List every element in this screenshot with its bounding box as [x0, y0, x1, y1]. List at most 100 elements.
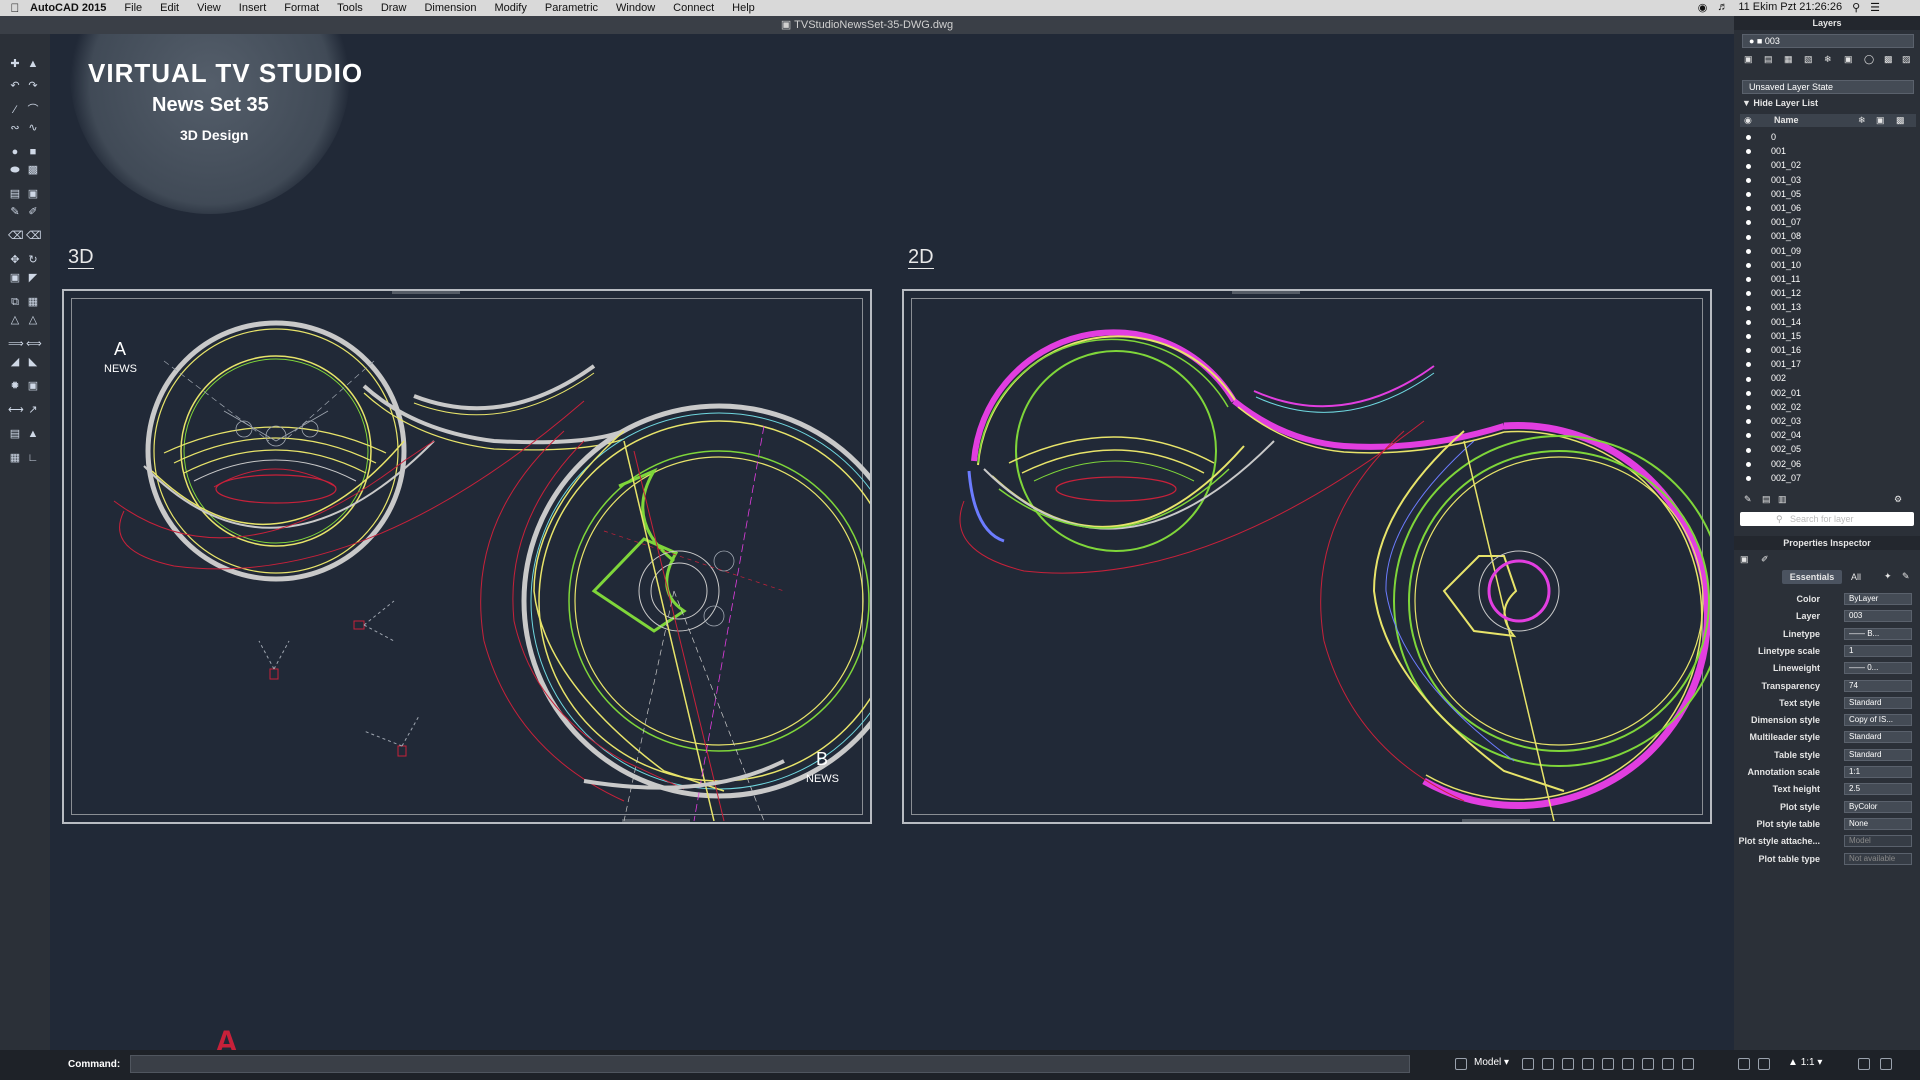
layer-on-icon[interactable]	[1746, 277, 1751, 283]
snap-icon[interactable]	[1522, 1058, 1534, 1070]
freeze-icon[interactable]: ❄	[1824, 54, 1832, 65]
app-name-menu[interactable]: AutoCAD 2015	[30, 2, 106, 14]
layer-states-icon[interactable]: ▤	[1764, 54, 1773, 65]
layer-on-icon[interactable]	[1746, 348, 1751, 354]
model-tab[interactable]: Model ▾	[1474, 1057, 1509, 1068]
menu-window[interactable]: Window	[616, 2, 655, 14]
new-filter-icon[interactable]: ▥	[1778, 494, 1787, 505]
circle-icon[interactable]: ●	[8, 146, 22, 158]
layer-on-icon[interactable]	[1746, 305, 1751, 311]
match-properties-icon[interactable]: ✐	[26, 206, 40, 218]
current-layer-dropdown[interactable]: ● ■ 003	[1742, 34, 1914, 48]
layer-on-icon[interactable]	[1746, 362, 1751, 368]
offset-icon[interactable]: △	[26, 314, 40, 326]
mirror-icon[interactable]: △	[8, 314, 22, 326]
eraser-icon[interactable]: ⌫	[26, 230, 42, 242]
layer-item[interactable]: 002_03	[1740, 414, 1801, 428]
select-icon[interactable]: ✚	[8, 58, 22, 70]
command-input[interactable]	[130, 1055, 1410, 1073]
ortho-icon[interactable]	[1562, 1058, 1574, 1070]
property-value[interactable]: 1:1	[1844, 766, 1912, 778]
selection-cycling-icon[interactable]	[1682, 1058, 1694, 1070]
layer-on-icon[interactable]	[1746, 447, 1751, 453]
menu-help[interactable]: Help	[732, 2, 755, 14]
trim-icon[interactable]: ⟹	[8, 338, 24, 350]
layer-on-icon[interactable]	[1746, 333, 1751, 339]
chamfer-icon[interactable]: ◣	[26, 356, 40, 368]
layer-state-dropdown[interactable]: Unsaved Layer State	[1742, 80, 1914, 94]
move-icon[interactable]: ✥	[8, 254, 22, 266]
layer-on-icon[interactable]	[1746, 319, 1751, 325]
rectangle-icon[interactable]: ■	[26, 146, 40, 158]
layer-item[interactable]: 002_02	[1740, 400, 1801, 414]
apple-icon[interactable]: 	[0, 1, 30, 15]
grid-icon[interactable]	[1542, 1058, 1554, 1070]
select-objects-icon[interactable]: ▣	[1740, 554, 1749, 564]
layer-item[interactable]: 001_10	[1740, 258, 1801, 272]
layer-on-icon[interactable]	[1746, 191, 1751, 197]
menu-insert[interactable]: Insert	[239, 2, 267, 14]
array-icon[interactable]: ▦	[26, 296, 40, 308]
lock-icon[interactable]: ▣	[1844, 54, 1853, 65]
layer-item[interactable]: 002_06	[1740, 457, 1801, 471]
layer-item[interactable]: 001_07	[1740, 215, 1801, 229]
menu-view[interactable]: View	[197, 2, 221, 14]
unisolate-icon[interactable]: ▧	[1804, 54, 1813, 65]
layer-search-input[interactable]: ⚲ Search for layer	[1740, 512, 1914, 526]
redo-icon[interactable]: ↷	[26, 80, 40, 92]
layer-on-icon[interactable]	[1746, 433, 1751, 439]
property-value[interactable]: —— 0...	[1844, 662, 1912, 675]
layer-item[interactable]: 001_11	[1740, 272, 1800, 286]
layer-on-icon[interactable]	[1746, 475, 1751, 481]
spline-icon[interactable]: ∿	[26, 122, 40, 134]
property-value[interactable]: Standard	[1844, 696, 1912, 709]
annotation-visibility-icon[interactable]	[1758, 1058, 1770, 1070]
property-value[interactable]: —— B...	[1844, 627, 1912, 640]
layer-item[interactable]: 001_15	[1740, 329, 1801, 343]
viewport-3d[interactable]: A NEWS B NEWS	[62, 289, 872, 824]
layer-item[interactable]: 0	[1740, 130, 1776, 144]
property-value[interactable]: 2.5	[1844, 783, 1912, 796]
layer-item[interactable]: 002_05	[1740, 442, 1801, 456]
layer-list-header[interactable]: ◉ Name ❄ ▣ ▩	[1740, 114, 1916, 127]
transparency-icon[interactable]	[1662, 1058, 1674, 1070]
layer-item[interactable]: 001_03	[1740, 173, 1801, 187]
layer-on-icon[interactable]	[1746, 206, 1751, 212]
layer-item[interactable]: 001	[1740, 144, 1786, 158]
layer-on-icon[interactable]	[1746, 135, 1751, 141]
viewport-2d[interactable]	[902, 289, 1712, 824]
layer-on-icon[interactable]	[1746, 177, 1751, 183]
merge-icon[interactable]: ▨	[1902, 54, 1911, 65]
rotate-icon[interactable]: ↻	[26, 254, 40, 266]
layer-item[interactable]: 001_02	[1740, 158, 1801, 172]
match-layer-icon[interactable]: ◯	[1864, 54, 1874, 65]
property-value[interactable]: ByColor	[1844, 800, 1912, 813]
clock[interactable]: 11 Ekim Pzt 21:26:26	[1738, 1, 1842, 14]
leader-icon[interactable]: ↗	[26, 404, 40, 416]
line-icon[interactable]: ∕	[8, 104, 22, 116]
property-value[interactable]: 003	[1844, 610, 1912, 623]
table-icon[interactable]: ▤	[8, 428, 22, 440]
isolate-objects-icon[interactable]	[1858, 1058, 1870, 1070]
layer-item[interactable]: 002	[1740, 371, 1786, 385]
property-value[interactable]: Standard	[1844, 748, 1912, 761]
undo-icon[interactable]: ↶	[8, 80, 22, 92]
explode-icon[interactable]: ✹	[8, 380, 22, 392]
layer-on-icon[interactable]	[1746, 149, 1751, 155]
osnap-icon[interactable]	[1602, 1058, 1614, 1070]
layer-item[interactable]: 001_13	[1740, 300, 1801, 314]
workspace-icon[interactable]	[1738, 1058, 1750, 1070]
fillet-icon[interactable]: ◢	[8, 356, 22, 368]
otrack-icon[interactable]	[1622, 1058, 1634, 1070]
menu-draw[interactable]: Draw	[381, 2, 407, 14]
measure-icon[interactable]: ▦	[8, 452, 22, 464]
isolate-icon[interactable]: ▦	[1784, 54, 1793, 65]
property-value[interactable]: ByLayer	[1844, 593, 1912, 605]
layer-on-icon[interactable]	[1746, 390, 1751, 396]
hatch-icon[interactable]: ▩	[26, 164, 40, 176]
layer-item[interactable]: 001_09	[1740, 244, 1801, 258]
layer-item[interactable]: 001_12	[1740, 286, 1801, 300]
polyline-icon[interactable]: ∾	[8, 122, 22, 134]
layer-on-icon[interactable]	[1746, 262, 1751, 268]
fullscreen-icon[interactable]	[1880, 1058, 1892, 1070]
